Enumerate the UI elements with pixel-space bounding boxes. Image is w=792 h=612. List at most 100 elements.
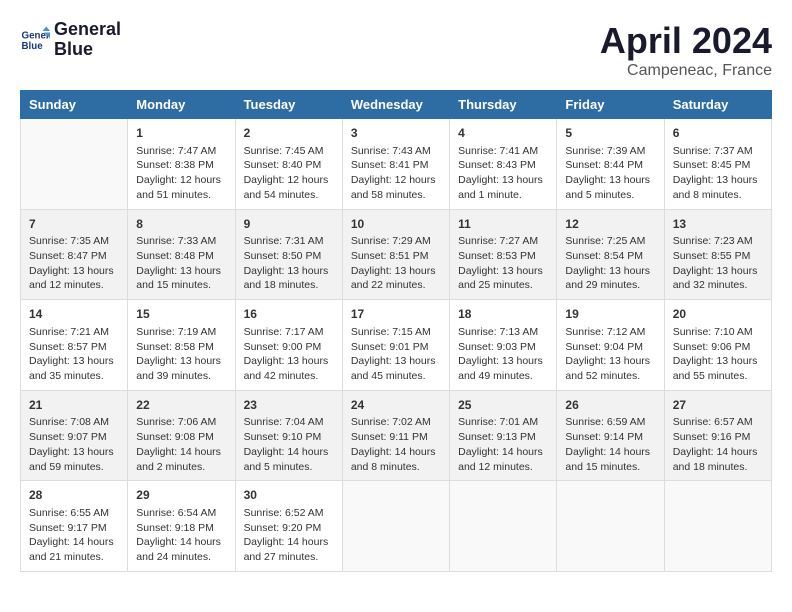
cell-text: Sunset: 9:10 PM bbox=[244, 430, 334, 445]
cell-text: Sunrise: 7:27 AM bbox=[458, 234, 548, 249]
cell-text: Daylight: 14 hours bbox=[244, 445, 334, 460]
cell-text: Sunrise: 7:10 AM bbox=[673, 325, 763, 340]
cell-text: Sunrise: 6:54 AM bbox=[136, 506, 226, 521]
cell-text: and 21 minutes. bbox=[29, 550, 119, 565]
cell-text: Daylight: 13 hours bbox=[244, 264, 334, 279]
week-row-3: 14Sunrise: 7:21 AMSunset: 8:57 PMDayligh… bbox=[21, 300, 772, 391]
cell-text: Sunset: 9:11 PM bbox=[351, 430, 441, 445]
day-number: 3 bbox=[351, 125, 441, 142]
cell-text: and 5 minutes. bbox=[565, 188, 655, 203]
calendar-cell: 9Sunrise: 7:31 AMSunset: 8:50 PMDaylight… bbox=[235, 209, 342, 300]
header-row: SundayMondayTuesdayWednesdayThursdayFrid… bbox=[21, 91, 772, 119]
column-header-thursday: Thursday bbox=[450, 91, 557, 119]
cell-text: and 51 minutes. bbox=[136, 188, 226, 203]
cell-text: and 15 minutes. bbox=[136, 278, 226, 293]
calendar-cell: 4Sunrise: 7:41 AMSunset: 8:43 PMDaylight… bbox=[450, 119, 557, 210]
cell-text: Sunrise: 7:02 AM bbox=[351, 415, 441, 430]
day-number: 19 bbox=[565, 306, 655, 323]
day-number: 30 bbox=[244, 487, 334, 504]
day-number: 25 bbox=[458, 397, 548, 414]
day-number: 14 bbox=[29, 306, 119, 323]
cell-text: Sunrise: 7:04 AM bbox=[244, 415, 334, 430]
cell-text: and 18 minutes. bbox=[673, 460, 763, 475]
cell-text: Sunset: 8:41 PM bbox=[351, 158, 441, 173]
day-number: 23 bbox=[244, 397, 334, 414]
page-title: April 2024 bbox=[600, 20, 772, 62]
cell-text: Sunset: 9:04 PM bbox=[565, 340, 655, 355]
cell-text: Sunrise: 7:29 AM bbox=[351, 234, 441, 249]
cell-text: Sunset: 8:50 PM bbox=[244, 249, 334, 264]
cell-text: Daylight: 14 hours bbox=[458, 445, 548, 460]
cell-text: Sunrise: 6:55 AM bbox=[29, 506, 119, 521]
day-number: 1 bbox=[136, 125, 226, 142]
cell-text: and 39 minutes. bbox=[136, 369, 226, 384]
cell-text: Daylight: 14 hours bbox=[244, 535, 334, 550]
cell-text: Daylight: 13 hours bbox=[565, 354, 655, 369]
day-number: 13 bbox=[673, 216, 763, 233]
calendar-cell: 6Sunrise: 7:37 AMSunset: 8:45 PMDaylight… bbox=[664, 119, 771, 210]
cell-text: Sunrise: 7:25 AM bbox=[565, 234, 655, 249]
calendar-cell: 12Sunrise: 7:25 AMSunset: 8:54 PMDayligh… bbox=[557, 209, 664, 300]
cell-text: and 42 minutes. bbox=[244, 369, 334, 384]
day-number: 6 bbox=[673, 125, 763, 142]
cell-text: Sunset: 9:17 PM bbox=[29, 521, 119, 536]
cell-text: Sunrise: 7:12 AM bbox=[565, 325, 655, 340]
cell-text: Sunrise: 7:37 AM bbox=[673, 144, 763, 159]
cell-text: Sunset: 9:20 PM bbox=[244, 521, 334, 536]
cell-text: Sunrise: 7:17 AM bbox=[244, 325, 334, 340]
cell-text: Sunrise: 7:23 AM bbox=[673, 234, 763, 249]
cell-text: Daylight: 14 hours bbox=[29, 535, 119, 550]
calendar-cell: 17Sunrise: 7:15 AMSunset: 9:01 PMDayligh… bbox=[342, 300, 449, 391]
cell-text: Sunset: 8:53 PM bbox=[458, 249, 548, 264]
day-number: 10 bbox=[351, 216, 441, 233]
calendar-cell: 1Sunrise: 7:47 AMSunset: 8:38 PMDaylight… bbox=[128, 119, 235, 210]
cell-text: Sunset: 8:58 PM bbox=[136, 340, 226, 355]
cell-text: Sunset: 8:47 PM bbox=[29, 249, 119, 264]
svg-text:General: General bbox=[22, 30, 51, 41]
calendar-cell: 22Sunrise: 7:06 AMSunset: 9:08 PMDayligh… bbox=[128, 390, 235, 481]
week-row-4: 21Sunrise: 7:08 AMSunset: 9:07 PMDayligh… bbox=[21, 390, 772, 481]
calendar-cell: 20Sunrise: 7:10 AMSunset: 9:06 PMDayligh… bbox=[664, 300, 771, 391]
column-header-friday: Friday bbox=[557, 91, 664, 119]
logo-icon: General Blue bbox=[20, 25, 50, 55]
day-number: 12 bbox=[565, 216, 655, 233]
cell-text: Sunrise: 7:13 AM bbox=[458, 325, 548, 340]
day-number: 20 bbox=[673, 306, 763, 323]
cell-text: Daylight: 13 hours bbox=[29, 445, 119, 460]
cell-text: and 45 minutes. bbox=[351, 369, 441, 384]
cell-text: Daylight: 13 hours bbox=[29, 264, 119, 279]
cell-text: Daylight: 12 hours bbox=[244, 173, 334, 188]
title-area: April 2024 Campeneac, France bbox=[600, 20, 772, 80]
cell-text: and 22 minutes. bbox=[351, 278, 441, 293]
cell-text: Daylight: 13 hours bbox=[565, 173, 655, 188]
week-row-5: 28Sunrise: 6:55 AMSunset: 9:17 PMDayligh… bbox=[21, 481, 772, 572]
calendar-cell bbox=[342, 481, 449, 572]
cell-text: Daylight: 14 hours bbox=[565, 445, 655, 460]
calendar-cell bbox=[557, 481, 664, 572]
calendar-cell: 15Sunrise: 7:19 AMSunset: 8:58 PMDayligh… bbox=[128, 300, 235, 391]
cell-text: Sunset: 9:16 PM bbox=[673, 430, 763, 445]
cell-text: and 8 minutes. bbox=[351, 460, 441, 475]
cell-text: Daylight: 13 hours bbox=[458, 354, 548, 369]
cell-text: and 1 minute. bbox=[458, 188, 548, 203]
cell-text: Sunset: 9:01 PM bbox=[351, 340, 441, 355]
calendar-cell: 11Sunrise: 7:27 AMSunset: 8:53 PMDayligh… bbox=[450, 209, 557, 300]
calendar-cell: 26Sunrise: 6:59 AMSunset: 9:14 PMDayligh… bbox=[557, 390, 664, 481]
cell-text: Sunset: 8:51 PM bbox=[351, 249, 441, 264]
cell-text: Daylight: 13 hours bbox=[673, 173, 763, 188]
cell-text: Daylight: 13 hours bbox=[458, 264, 548, 279]
cell-text: Sunset: 9:18 PM bbox=[136, 521, 226, 536]
calendar-cell: 5Sunrise: 7:39 AMSunset: 8:44 PMDaylight… bbox=[557, 119, 664, 210]
calendar-cell: 14Sunrise: 7:21 AMSunset: 8:57 PMDayligh… bbox=[21, 300, 128, 391]
column-header-wednesday: Wednesday bbox=[342, 91, 449, 119]
cell-text: and 52 minutes. bbox=[565, 369, 655, 384]
cell-text: Sunset: 9:08 PM bbox=[136, 430, 226, 445]
day-number: 27 bbox=[673, 397, 763, 414]
cell-text: Sunrise: 7:47 AM bbox=[136, 144, 226, 159]
cell-text: Daylight: 13 hours bbox=[351, 264, 441, 279]
cell-text: Sunset: 9:03 PM bbox=[458, 340, 548, 355]
cell-text: Sunrise: 7:43 AM bbox=[351, 144, 441, 159]
cell-text: Sunset: 8:43 PM bbox=[458, 158, 548, 173]
day-number: 22 bbox=[136, 397, 226, 414]
logo: General Blue General Blue bbox=[20, 20, 121, 60]
